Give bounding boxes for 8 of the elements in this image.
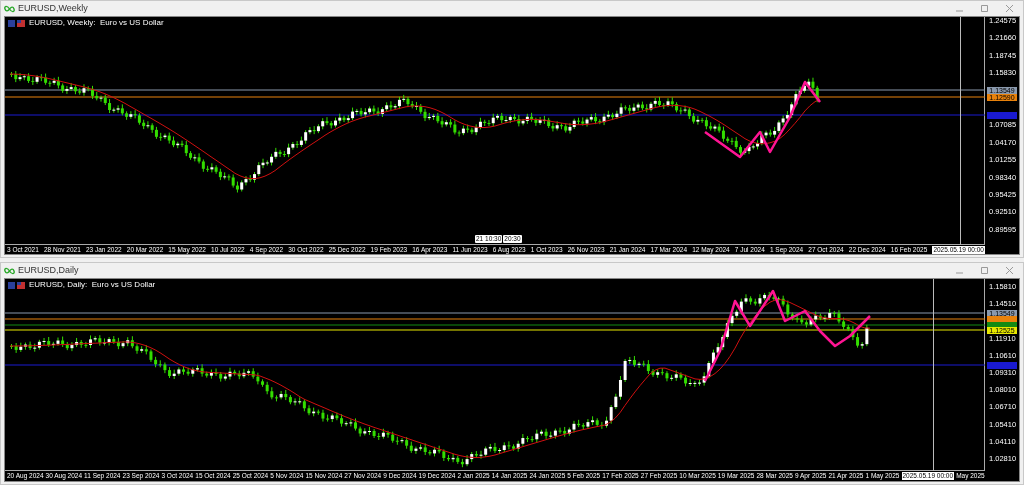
window-title: EURUSD,Weekly bbox=[18, 4, 88, 13]
app-icon bbox=[4, 266, 15, 275]
flags-icon bbox=[8, 19, 26, 27]
chart-title: EURUSD, Weekly: Euro vs US Dollar bbox=[29, 19, 164, 27]
flags-icon bbox=[8, 281, 26, 289]
chart-title: EURUSD, Daily: Euro vs US Dollar bbox=[29, 281, 156, 289]
app-icon bbox=[4, 4, 15, 13]
window-title: EURUSD,Daily bbox=[18, 266, 79, 275]
